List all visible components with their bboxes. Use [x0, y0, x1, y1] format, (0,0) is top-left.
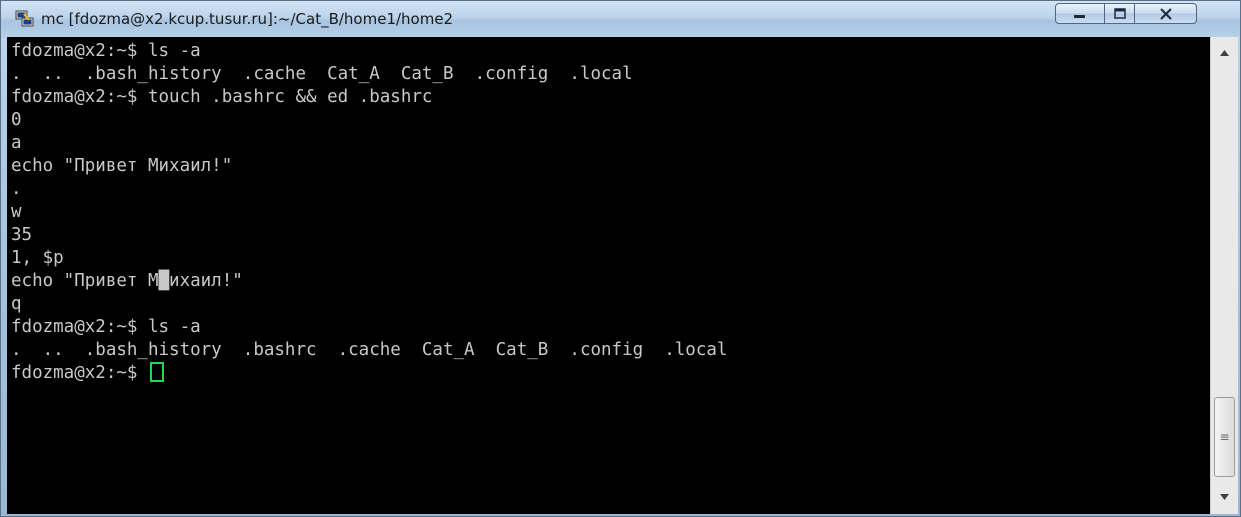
- terminal-line: 35: [11, 225, 33, 245]
- terminal-prompt-line[interactable]: fdozma@x2:~$: [11, 362, 164, 384]
- minimize-button[interactable]: [1055, 3, 1105, 24]
- close-button[interactable]: [1135, 3, 1197, 24]
- title-bar[interactable]: mc [fdozma@x2.kcup.tusur.ru]:~/Cat_B/hom…: [1, 1, 1240, 37]
- vertical-scrollbar[interactable]: ≡: [1210, 37, 1238, 514]
- text-cursor: [149, 362, 164, 382]
- terminal-line: 1, $p: [11, 248, 64, 268]
- scroll-up-button[interactable]: [1211, 39, 1238, 67]
- terminal-line: . .. .bash_history .bashrc .cache Cat_A …: [11, 340, 728, 360]
- terminal-prompt: fdozma@x2:~$: [11, 363, 148, 383]
- down-arrow-icon: [1220, 494, 1229, 500]
- maximize-button[interactable]: [1105, 3, 1135, 24]
- terminal-line: fdozma@x2:~$ ls -a: [11, 41, 201, 61]
- terminal-line: w: [11, 202, 22, 222]
- terminal-line: fdozma@x2:~$ ls -a: [11, 317, 201, 337]
- terminal-line: . .. .bash_history .cache Cat_A Cat_B .c…: [11, 64, 633, 84]
- terminal-line: 0: [11, 110, 22, 130]
- up-arrow-icon: [1220, 50, 1229, 56]
- grip-icon: ≡: [1219, 430, 1230, 444]
- putty-window: mc [fdozma@x2.kcup.tusur.ru]:~/Cat_B/hom…: [0, 0, 1241, 517]
- terminal-line: q: [11, 294, 22, 314]
- terminal-line: echo "Привет М█ихаил!": [11, 271, 243, 291]
- minimize-icon: [1074, 14, 1085, 18]
- terminal-line: fdozma@x2:~$ touch .bashrc && ed .bashrc: [11, 87, 433, 107]
- terminal-line: .: [11, 179, 22, 199]
- close-icon: [1159, 7, 1172, 20]
- caption-buttons: [1055, 3, 1197, 25]
- scroll-down-button[interactable]: [1211, 483, 1238, 511]
- putty-app-icon[interactable]: [15, 10, 35, 28]
- terminal-line: echo "Привет Михаил!": [11, 156, 233, 176]
- window-title: mc [fdozma@x2.kcup.tusur.ru]:~/Cat_B/hom…: [41, 10, 454, 28]
- maximize-icon: [1113, 8, 1126, 19]
- terminal-line: a: [11, 133, 22, 153]
- terminal-output[interactable]: fdozma@x2:~$ ls -a . .. .bash_history .c…: [7, 37, 1210, 514]
- scrollbar-thumb[interactable]: ≡: [1214, 397, 1235, 477]
